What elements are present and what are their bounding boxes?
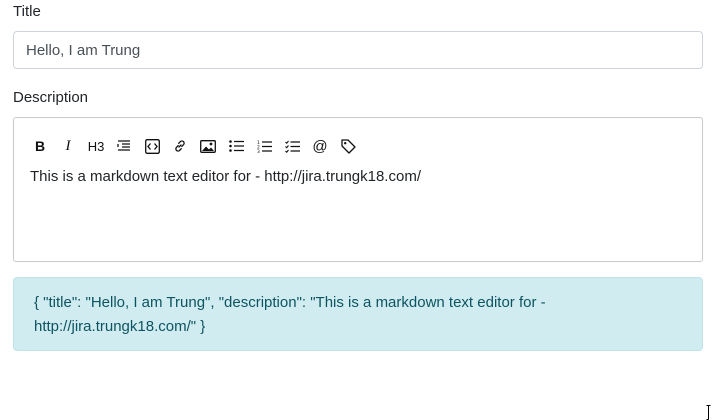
tag-button[interactable]	[334, 135, 362, 157]
bold-button[interactable]: B	[26, 135, 54, 157]
task-list-button[interactable]	[278, 135, 306, 157]
title-label: Title	[13, 3, 41, 20]
text-cursor-icon	[706, 405, 711, 420]
title-input[interactable]	[13, 31, 703, 69]
svg-text:3: 3	[257, 149, 260, 153]
editor-toolbar: B I H3 1 2 3 @	[26, 135, 362, 157]
quote-icon	[117, 140, 130, 151]
task-list-icon	[284, 140, 300, 153]
description-label: Description	[13, 89, 89, 106]
heading-button[interactable]: H3	[82, 135, 110, 157]
code-icon	[144, 138, 160, 154]
bullet-list-icon	[228, 140, 244, 152]
page: Title Description B I H3	[0, 0, 712, 420]
link-button[interactable]	[166, 135, 194, 157]
numbered-list-icon: 1 2 3	[257, 140, 272, 153]
image-icon	[200, 139, 216, 153]
json-output-alert: { "title": "Hello, I am Trung", "descrip…	[13, 277, 703, 351]
bullet-list-button[interactable]	[222, 135, 250, 157]
italic-button[interactable]: I	[54, 135, 82, 157]
bold-icon: B	[34, 138, 46, 154]
image-button[interactable]	[194, 135, 222, 157]
link-icon	[175, 140, 185, 152]
quote-button[interactable]	[110, 135, 138, 157]
code-button[interactable]	[138, 135, 166, 157]
numbered-list-button[interactable]: 1 2 3	[250, 135, 278, 157]
editor-content[interactable]: This is a markdown text editor for - htt…	[30, 168, 686, 185]
tag-icon	[340, 138, 356, 154]
mention-button[interactable]: @	[306, 135, 334, 157]
markdown-editor[interactable]: B I H3 1 2 3 @ This is a markdown text e…	[13, 117, 703, 262]
heading-icon: H3	[87, 138, 105, 154]
mention-icon: @	[312, 137, 328, 155]
italic-icon: I	[65, 137, 71, 154]
